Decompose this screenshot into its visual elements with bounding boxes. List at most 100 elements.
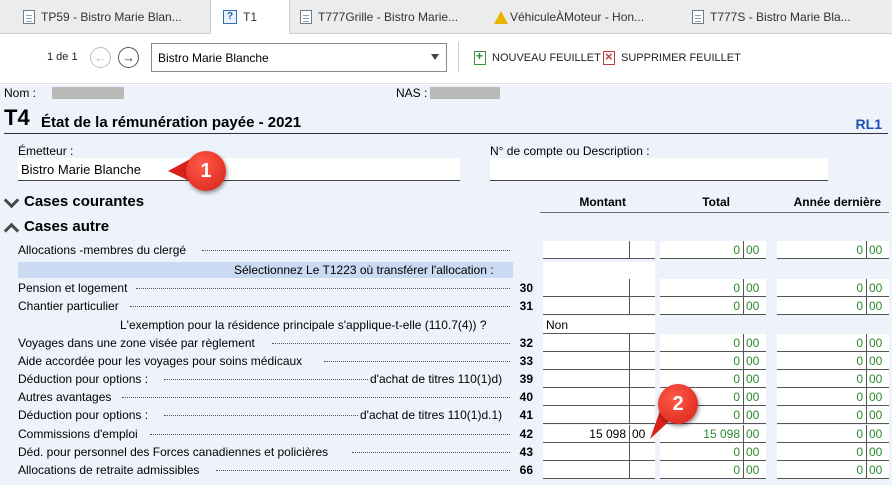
document-icon <box>300 10 312 24</box>
total-field[interactable]: 0 00 <box>660 461 766 479</box>
table-row: Commissions d'emploi 42 15 098 00 15 098… <box>0 425 892 443</box>
row-leader <box>216 470 510 471</box>
chevron-up-icon <box>4 220 18 234</box>
previous-field[interactable]: 0 00 <box>777 279 889 297</box>
previous-int: 0 <box>856 445 863 459</box>
tab-tp59[interactable]: TP59 - Bistro Marie Blan... <box>23 0 193 34</box>
previous-field[interactable]: 0 00 <box>777 297 889 315</box>
previous-field[interactable]: 0 00 <box>777 370 889 388</box>
row-leader <box>164 379 368 380</box>
section-current-toggle[interactable]: Cases courantes <box>4 193 144 210</box>
row-label: Allocations de retraite admissibles <box>18 463 200 477</box>
previous-field[interactable]: 0 00 <box>777 443 889 461</box>
amount-field[interactable] <box>543 279 655 297</box>
col-previous: Année dernière <box>793 195 881 209</box>
amount-field[interactable] <box>543 241 655 259</box>
amount-field[interactable] <box>543 334 655 352</box>
section-current-label: Cases courantes <box>24 193 145 210</box>
account-field[interactable] <box>490 158 828 181</box>
row-code: 30 <box>519 281 533 295</box>
amount-field[interactable] <box>543 370 655 388</box>
delete-sheet-button[interactable]: SUPPRIMER FEUILLET <box>603 49 741 65</box>
previous-dec: 00 <box>869 281 883 295</box>
total-int: 0 <box>733 243 740 257</box>
table-row: Allocations de retraite admissibles 66 0… <box>0 461 892 479</box>
tab-label: T1 <box>243 10 258 24</box>
total-dec: 00 <box>746 427 760 441</box>
rl1-link[interactable]: RL1 <box>856 116 882 132</box>
table-row: Chantier particulier 31 0 00 0 00 <box>0 297 892 315</box>
callout-badge-2: 2 <box>658 384 698 424</box>
amount-field[interactable] <box>543 297 655 315</box>
previous-dec: 00 <box>869 243 883 257</box>
amount-int: 15 098 <box>589 427 626 441</box>
section-other-toggle[interactable]: Cases autre <box>4 218 109 235</box>
row-code: 40 <box>519 390 533 404</box>
tab-t777grille[interactable]: T777Grille - Bistro Marie... <box>300 0 480 34</box>
document-icon <box>692 10 704 24</box>
row-leader <box>352 452 510 453</box>
total-field[interactable]: 0 00 <box>660 241 766 259</box>
callout-badge-1: 1 <box>186 151 226 191</box>
total-int: 0 <box>733 336 740 350</box>
row-label: Chantier particulier <box>18 299 119 313</box>
sheet-select[interactable]: Bistro Marie Blanche <box>151 43 447 72</box>
add-document-icon <box>474 49 486 65</box>
previous-field[interactable]: 0 00 <box>777 388 889 406</box>
amount-field[interactable] <box>543 388 655 406</box>
amount-dec: 00 <box>632 427 646 441</box>
previous-field[interactable]: 0 00 <box>777 241 889 259</box>
section-other-label: Cases autre <box>24 218 110 235</box>
new-sheet-button[interactable]: NOUVEAU FEUILLET <box>474 49 601 65</box>
row-label: Déd. pour personnel des Forces canadienn… <box>18 445 329 459</box>
amount-field[interactable] <box>543 406 655 424</box>
tab-label: VéhiculeÀMoteur - Hon... <box>510 10 645 24</box>
previous-dec: 00 <box>869 354 883 368</box>
table-row: Déduction pour options : d'achat de titr… <box>0 406 892 424</box>
amount-field[interactable] <box>543 443 655 461</box>
amount-field[interactable]: 15 098 00 <box>543 425 655 443</box>
total-field[interactable]: 0 00 <box>660 352 766 370</box>
total-field[interactable]: 0 00 <box>660 443 766 461</box>
amount-field[interactable] <box>543 352 655 370</box>
toolbar: 1 de 1 ← → Bistro Marie Blanche NOUVEAU … <box>0 34 892 84</box>
row-code: 66 <box>519 463 533 477</box>
previous-field[interactable]: 0 00 <box>777 352 889 370</box>
title-divider <box>4 133 888 134</box>
col-total: Total <box>702 195 730 209</box>
emetteur-label: Émetteur : <box>18 144 74 158</box>
total-field[interactable]: 0 00 <box>660 334 766 352</box>
total-dec: 00 <box>746 463 760 477</box>
row-leader <box>202 250 510 251</box>
total-dec: 00 <box>746 281 760 295</box>
total-dec: 00 <box>746 336 760 350</box>
exemption-answer-field[interactable]: Non <box>543 316 655 334</box>
previous-dec: 00 <box>869 427 883 441</box>
total-field[interactable]: 0 00 <box>660 297 766 315</box>
t4-form: Nom : NAS : T4 État de la rémunération p… <box>0 85 892 485</box>
tab-t1[interactable]: ? T1 <box>210 0 290 34</box>
allocation-select[interactable] <box>543 262 655 280</box>
row-label: Déduction pour options : <box>18 372 149 386</box>
previous-field[interactable]: 0 00 <box>777 461 889 479</box>
previous-field[interactable]: 0 00 <box>777 406 889 424</box>
total-dec: 00 <box>746 445 760 459</box>
previous-field[interactable]: 0 00 <box>777 334 889 352</box>
arrow-left-icon: ← <box>94 50 107 65</box>
row-code: 39 <box>519 372 533 386</box>
table-row: Déd. pour personnel des Forces canadienn… <box>0 443 892 461</box>
previous-field[interactable]: 0 00 <box>777 425 889 443</box>
emetteur-field[interactable]: Bistro Marie Blanche <box>18 158 460 181</box>
total-dec: 00 <box>746 390 760 404</box>
total-dec: 00 <box>746 299 760 313</box>
col-montant: Montant <box>579 195 626 209</box>
total-field[interactable]: 0 00 <box>660 279 766 297</box>
previous-int: 0 <box>856 372 863 386</box>
amount-field[interactable] <box>543 461 655 479</box>
next-button[interactable]: → <box>118 47 139 68</box>
sheet-select-value: Bistro Marie Blanche <box>158 50 269 65</box>
tab-vehicule[interactable]: VéhiculeÀMoteur - Hon... <box>494 0 670 34</box>
previous-button[interactable]: ← <box>90 47 111 68</box>
tab-t777s[interactable]: T777S - Bistro Marie Bla... <box>692 0 872 34</box>
page-title: État de la rémunération payée - 2021 <box>41 114 302 131</box>
